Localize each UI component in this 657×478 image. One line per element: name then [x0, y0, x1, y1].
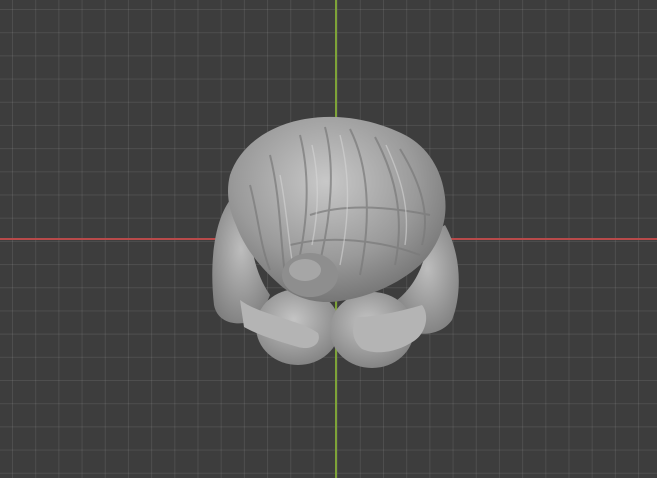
- hair-bun-highlight: [289, 259, 321, 281]
- 3d-viewport[interactable]: [0, 0, 657, 478]
- sculpt-mesh-icon: [212, 116, 459, 368]
- sculpt-model[interactable]: [200, 105, 470, 380]
